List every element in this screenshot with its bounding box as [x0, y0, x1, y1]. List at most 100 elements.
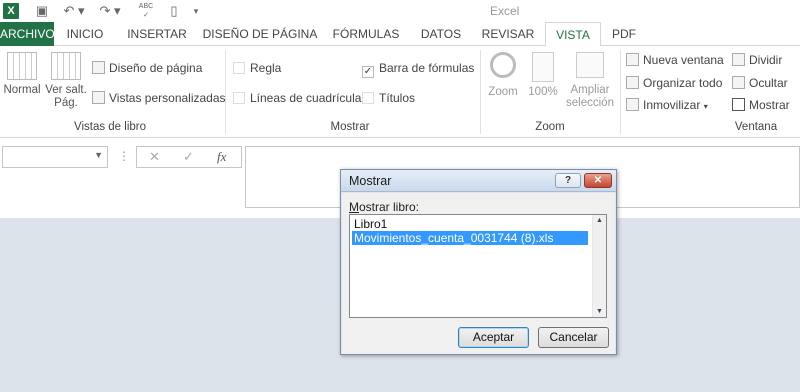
- hide-icon: [732, 76, 745, 89]
- group-label-mostrar: Mostrar: [330, 121, 370, 133]
- gridlines-label: Líneas de cuadrícula: [250, 91, 362, 105]
- zoom-to-selection-button[interactable]: Ampliar selección: [564, 52, 616, 110]
- formula-buttons: ✕ ✓ fx: [136, 146, 242, 168]
- tab-revisar[interactable]: REVISAR: [478, 22, 538, 46]
- zoom-selection-label-2: selección: [566, 97, 614, 109]
- app-title: Excel: [490, 4, 520, 18]
- headings-label: Títulos: [379, 91, 416, 105]
- split-label: Dividir: [749, 53, 783, 67]
- zoom-100-icon: [532, 52, 554, 82]
- chevron-down-icon[interactable]: ▼: [94, 150, 103, 160]
- tab-vista[interactable]: VISTA: [545, 22, 601, 47]
- freeze-panes-label: Inmovilizar: [643, 98, 701, 112]
- zoom-100-button[interactable]: 100%: [526, 52, 560, 99]
- dialog-title: Mostrar: [349, 174, 392, 188]
- dialog-body: Mostrar libro: Libro1 Movimientos_cuenta…: [342, 193, 615, 354]
- regla-checkbox[interactable]: Regla: [233, 60, 281, 76]
- unhide-button[interactable]: Mostrar: [732, 97, 790, 113]
- workbook-listbox[interactable]: Libro1 Movimientos_cuenta_0031744 (8).xl…: [349, 214, 607, 318]
- tab-inicio[interactable]: INICIO: [62, 22, 108, 46]
- freeze-panes-icon: [626, 98, 639, 111]
- enter-formula-icon[interactable]: ✓: [183, 149, 194, 165]
- formula-bar-checkbox[interactable]: ✓ Barra de fórmulas: [362, 60, 475, 78]
- formula-bar-grip-icon[interactable]: ⋮: [118, 149, 130, 163]
- new-window-label: Nueva ventana: [643, 53, 724, 67]
- tab-archivo[interactable]: ARCHIVO: [0, 22, 55, 46]
- accept-button[interactable]: Aceptar: [458, 327, 529, 348]
- spelling-icon[interactable]: ABC ✓: [136, 2, 156, 20]
- gridlines-check-icon: [233, 92, 245, 104]
- close-button[interactable]: ✕: [584, 173, 612, 188]
- gridlines-checkbox[interactable]: Líneas de cuadrícula: [233, 90, 361, 106]
- insert-function-icon[interactable]: fx: [217, 149, 226, 165]
- group-label-ventana: Ventana: [734, 121, 778, 133]
- name-box[interactable]: ▼: [2, 146, 108, 168]
- group-separator: [620, 50, 621, 134]
- unhide-label: Mostrar: [749, 98, 790, 112]
- excel-logo-icon: X: [3, 3, 19, 19]
- regla-check-icon: [233, 62, 245, 74]
- group-label-zoom: Zoom: [535, 121, 565, 133]
- page-break-label-2: Pág.: [54, 97, 78, 109]
- normal-view-label: Normal: [3, 84, 41, 96]
- checkmark-icon: ✓: [362, 66, 374, 78]
- zoom-selection-icon: [576, 52, 604, 78]
- headings-check-icon: [362, 92, 374, 104]
- page-break-preview-button[interactable]: Ver salt. Pág.: [44, 52, 88, 110]
- formula-bar-label: Barra de fórmulas: [379, 61, 475, 75]
- new-window-button[interactable]: Nueva ventana: [626, 52, 724, 68]
- freeze-panes-button[interactable]: Inmovilizar ▾: [626, 97, 708, 113]
- customize-qat-icon[interactable]: ▾: [190, 2, 202, 20]
- redo-icon[interactable]: ↷ ▾: [96, 2, 124, 20]
- custom-views-button[interactable]: Vistas personalizadas: [92, 90, 226, 106]
- magnifier-icon: [490, 52, 516, 78]
- split-icon: [732, 53, 745, 66]
- arrange-all-icon: [626, 76, 639, 89]
- tab-pdf[interactable]: PDF: [606, 22, 642, 46]
- zoom-button[interactable]: Zoom: [484, 52, 522, 99]
- hide-button[interactable]: Ocultar: [732, 75, 788, 91]
- new-window-icon: [626, 53, 639, 66]
- page-break-label-1: Ver salt.: [45, 84, 87, 96]
- page-layout-icon: [92, 61, 105, 74]
- listbox-scrollbar[interactable]: ▲ ▼: [592, 215, 606, 317]
- undo-icon[interactable]: ↶ ▾: [60, 2, 88, 20]
- tab-datos[interactable]: DATOS: [414, 22, 468, 46]
- page-layout-label: Diseño de página: [109, 61, 203, 75]
- group-separator: [225, 50, 226, 134]
- arrange-all-label: Organizar todo: [643, 76, 723, 90]
- tab-formulas[interactable]: FÓRMULAS: [328, 22, 404, 46]
- dialog-title-bar[interactable]: Mostrar ? ✕: [341, 170, 616, 192]
- chevron-down-icon: ▾: [703, 102, 708, 111]
- title-bar: X ▣ ↶ ▾ ↷ ▾ ABC ✓ ▯ ▾ Excel: [0, 0, 800, 22]
- split-button[interactable]: Dividir: [732, 52, 782, 68]
- ribbon-tabs: ARCHIVO INICIO INSERTAR DISEÑO DE PÁGINA…: [0, 22, 800, 47]
- zoom-label: Zoom: [488, 86, 518, 98]
- page-layout-button[interactable]: Diseño de página: [92, 60, 202, 76]
- mostrar-libro-accelerator: M: [349, 200, 359, 214]
- headings-checkbox[interactable]: Títulos: [362, 90, 415, 106]
- normal-view-button[interactable]: Normal: [2, 52, 42, 97]
- hide-label: Ocultar: [749, 76, 788, 90]
- list-item-selected[interactable]: Movimientos_cuenta_0031744 (8).xls: [352, 231, 588, 245]
- scroll-up-icon[interactable]: ▲: [596, 217, 603, 224]
- zoom-100-label: 100%: [528, 86, 558, 98]
- list-item[interactable]: Libro1: [352, 217, 387, 231]
- scroll-down-icon[interactable]: ▼: [596, 308, 603, 315]
- group-label-vistas-de-libro: Vistas de libro: [73, 121, 147, 133]
- save-icon[interactable]: ▣: [33, 2, 51, 20]
- regla-label: Regla: [250, 61, 282, 75]
- cancel-button[interactable]: Cancelar: [538, 327, 609, 348]
- tab-insertar[interactable]: INSERTAR: [122, 22, 192, 46]
- mostrar-libro-label: Mostrar libro:: [349, 200, 419, 214]
- cancel-formula-icon[interactable]: ✕: [149, 149, 160, 165]
- mostrar-dialog: Mostrar ? ✕ Mostrar libro: Libro1 Movimi…: [340, 169, 617, 355]
- page-break-icon: [51, 52, 81, 80]
- tab-diseno-de-pagina[interactable]: DISEÑO DE PÁGINA: [202, 22, 318, 46]
- ribbon: Normal Ver salt. Pág. Diseño de página V…: [0, 46, 800, 138]
- spelling-label: ABC: [138, 3, 154, 10]
- new-document-icon[interactable]: ▯: [166, 2, 182, 20]
- group-separator: [480, 50, 481, 134]
- arrange-all-button[interactable]: Organizar todo: [626, 75, 722, 91]
- help-button[interactable]: ?: [555, 173, 581, 188]
